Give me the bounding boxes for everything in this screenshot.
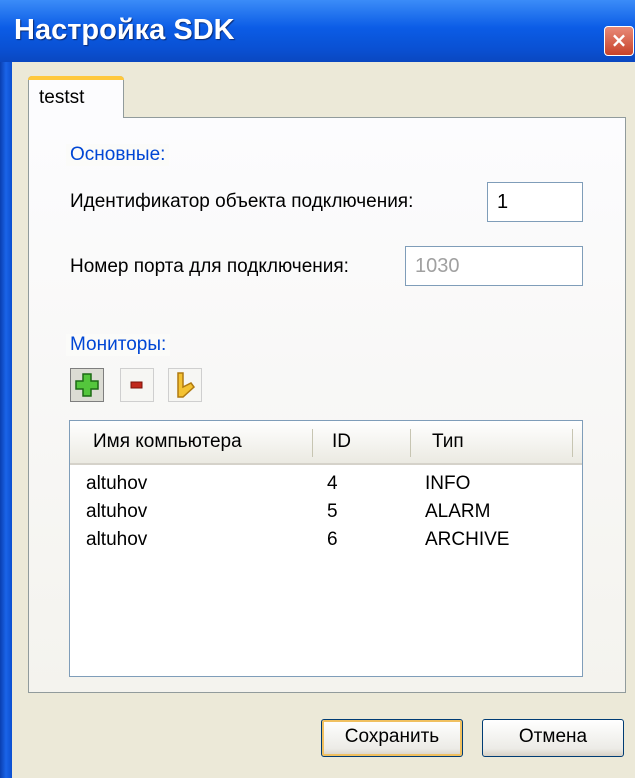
- list-header: Имя компьютера ID Тип: [70, 421, 582, 465]
- cell-computer-name: altuhov: [86, 529, 148, 550]
- cell-type: ALARM: [425, 501, 491, 522]
- edit-monitor-button[interactable]: [168, 368, 202, 402]
- cell-id: 6: [327, 529, 338, 550]
- column-header-id[interactable]: ID: [332, 421, 351, 463]
- cell-type: ARCHIVE: [425, 529, 510, 550]
- object-id-input[interactable]: [487, 182, 583, 222]
- cell-id: 4: [327, 473, 338, 494]
- column-header-type[interactable]: Тип: [432, 421, 464, 463]
- window-frame-left: [0, 62, 12, 778]
- add-monitor-button[interactable]: [70, 368, 104, 402]
- monitors-group-legend: Мониторы:: [66, 334, 171, 356]
- tab-testst[interactable]: testst: [28, 76, 124, 118]
- remove-icon: [130, 381, 143, 389]
- tab-label: testst: [39, 87, 85, 108]
- title-bar[interactable]: Настройка SDK ×: [0, 0, 635, 62]
- monitors-list[interactable]: Имя компьютера ID Тип altuhov 4 INFO alt…: [69, 420, 583, 677]
- column-separator[interactable]: [410, 429, 411, 457]
- column-separator[interactable]: [572, 429, 573, 457]
- cell-computer-name: altuhov: [86, 501, 148, 522]
- column-separator[interactable]: [312, 429, 313, 457]
- add-icon: [75, 373, 99, 397]
- table-row[interactable]: altuhov 6 ARCHIVE: [70, 529, 582, 552]
- object-id-label: Идентификатор объекта подключения:: [70, 191, 414, 212]
- table-row[interactable]: altuhov 5 ALARM: [70, 501, 582, 524]
- edit-icon: [177, 372, 196, 398]
- settings-dialog: Настройка SDK × testst Основные: Идентиф…: [0, 0, 635, 778]
- cell-type: INFO: [425, 473, 471, 494]
- main-group-legend: Основные:: [66, 144, 170, 166]
- column-header-computer-name[interactable]: Имя компьютера: [93, 421, 242, 463]
- cell-id: 5: [327, 501, 338, 522]
- remove-monitor-button[interactable]: [120, 368, 154, 402]
- window-title: Настройка SDK: [14, 14, 235, 46]
- cancel-button[interactable]: Отмена: [482, 719, 624, 757]
- cell-computer-name: altuhov: [86, 473, 148, 494]
- table-row[interactable]: altuhov 4 INFO: [70, 473, 582, 496]
- port-input: [405, 246, 583, 286]
- close-icon[interactable]: ×: [604, 26, 634, 56]
- save-button[interactable]: Сохранить: [321, 719, 463, 757]
- port-label: Номер порта для подключения:: [70, 256, 349, 277]
